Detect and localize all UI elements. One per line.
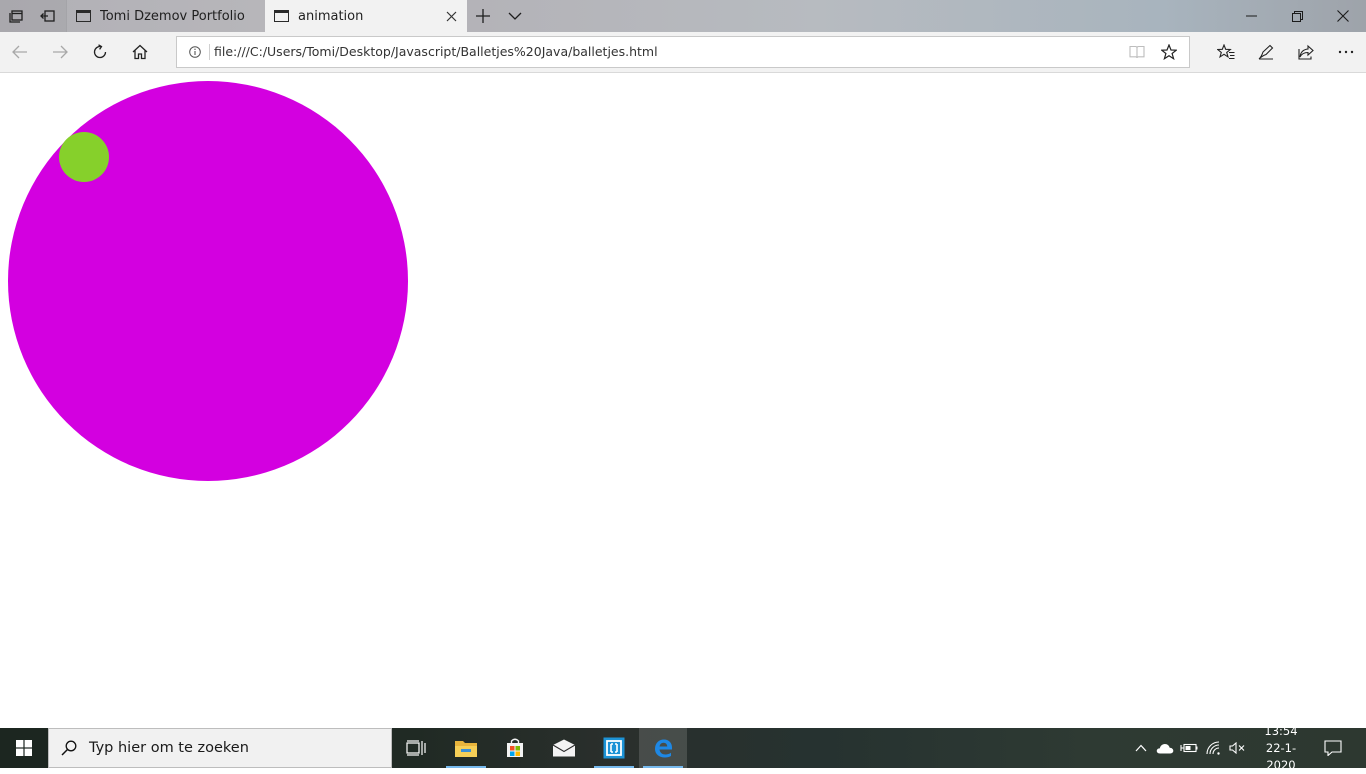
edge-icon[interactable] bbox=[639, 728, 687, 768]
favorites-hub-icon[interactable] bbox=[1206, 32, 1246, 72]
code-editor-icon[interactable] bbox=[590, 728, 638, 768]
tab-label: Tomi Dzemov Portfolio bbox=[100, 8, 245, 24]
chevron-down-icon[interactable] bbox=[499, 0, 531, 32]
back-arrow-icon[interactable] bbox=[0, 32, 40, 72]
store-icon[interactable] bbox=[491, 728, 539, 768]
small-ball bbox=[59, 132, 109, 182]
taskbar-search-box[interactable]: Typ hier om te zoeken bbox=[48, 728, 392, 768]
windows-taskbar: Typ hier om te zoeken 13:54 22-1-2020 bbox=[0, 724, 1366, 772]
task-view-icon[interactable] bbox=[392, 728, 440, 768]
forward-arrow-icon[interactable] bbox=[40, 32, 80, 72]
browser-toolbar: file:///C:/Users/Tomi/Desktop/Javascript… bbox=[0, 32, 1366, 73]
more-icon[interactable] bbox=[1326, 32, 1366, 72]
info-icon[interactable] bbox=[183, 37, 207, 67]
share-icon[interactable] bbox=[1286, 32, 1326, 72]
url-text[interactable]: file:///C:/Users/Tomi/Desktop/Javascript… bbox=[214, 37, 658, 67]
browser-titlebar: Tomi Dzemov Portfolio animation bbox=[0, 0, 1366, 32]
wifi-icon[interactable] bbox=[1202, 728, 1226, 768]
chevron-up-icon[interactable] bbox=[1130, 728, 1152, 768]
address-separator bbox=[209, 44, 210, 60]
pen-icon[interactable] bbox=[1246, 32, 1286, 72]
tab-label: animation bbox=[298, 8, 364, 24]
restore-window-icon[interactable] bbox=[1274, 0, 1320, 32]
battery-icon[interactable] bbox=[1178, 728, 1200, 768]
close-icon[interactable] bbox=[1320, 0, 1366, 32]
refresh-icon[interactable] bbox=[80, 32, 120, 72]
tab-animation[interactable]: animation bbox=[265, 0, 467, 32]
volume-muted-icon[interactable] bbox=[1226, 728, 1248, 768]
windows-start-icon[interactable] bbox=[0, 728, 48, 768]
tab-portfolio[interactable]: Tomi Dzemov Portfolio bbox=[66, 0, 265, 32]
star-icon[interactable] bbox=[1153, 37, 1185, 67]
notifications-icon[interactable] bbox=[1318, 728, 1348, 768]
new-tab-icon[interactable] bbox=[467, 0, 499, 32]
mail-icon[interactable] bbox=[540, 728, 588, 768]
page-content bbox=[0, 73, 1366, 728]
close-tab-icon[interactable] bbox=[435, 0, 467, 32]
clock-time: 13:54 bbox=[1264, 723, 1298, 738]
minimize-icon[interactable] bbox=[1228, 0, 1274, 32]
reading-view-icon[interactable] bbox=[1121, 37, 1153, 67]
address-bar[interactable]: file:///C:/Users/Tomi/Desktop/Javascript… bbox=[176, 36, 1190, 68]
file-explorer-icon[interactable] bbox=[442, 728, 490, 768]
taskbar-clock[interactable]: 13:54 22-1-2020 bbox=[1252, 724, 1310, 772]
onedrive-cloud-icon[interactable] bbox=[1153, 728, 1177, 768]
tabs-aside-icon[interactable] bbox=[0, 0, 32, 32]
restore-tabs-icon[interactable] bbox=[32, 0, 64, 32]
search-placeholder: Typ hier om te zoeken bbox=[89, 740, 249, 756]
home-icon[interactable] bbox=[120, 32, 160, 72]
page-icon bbox=[76, 10, 91, 22]
search-icon bbox=[49, 740, 89, 756]
page-icon bbox=[274, 10, 289, 22]
clock-date: 22-1-2020 bbox=[1265, 740, 1297, 772]
